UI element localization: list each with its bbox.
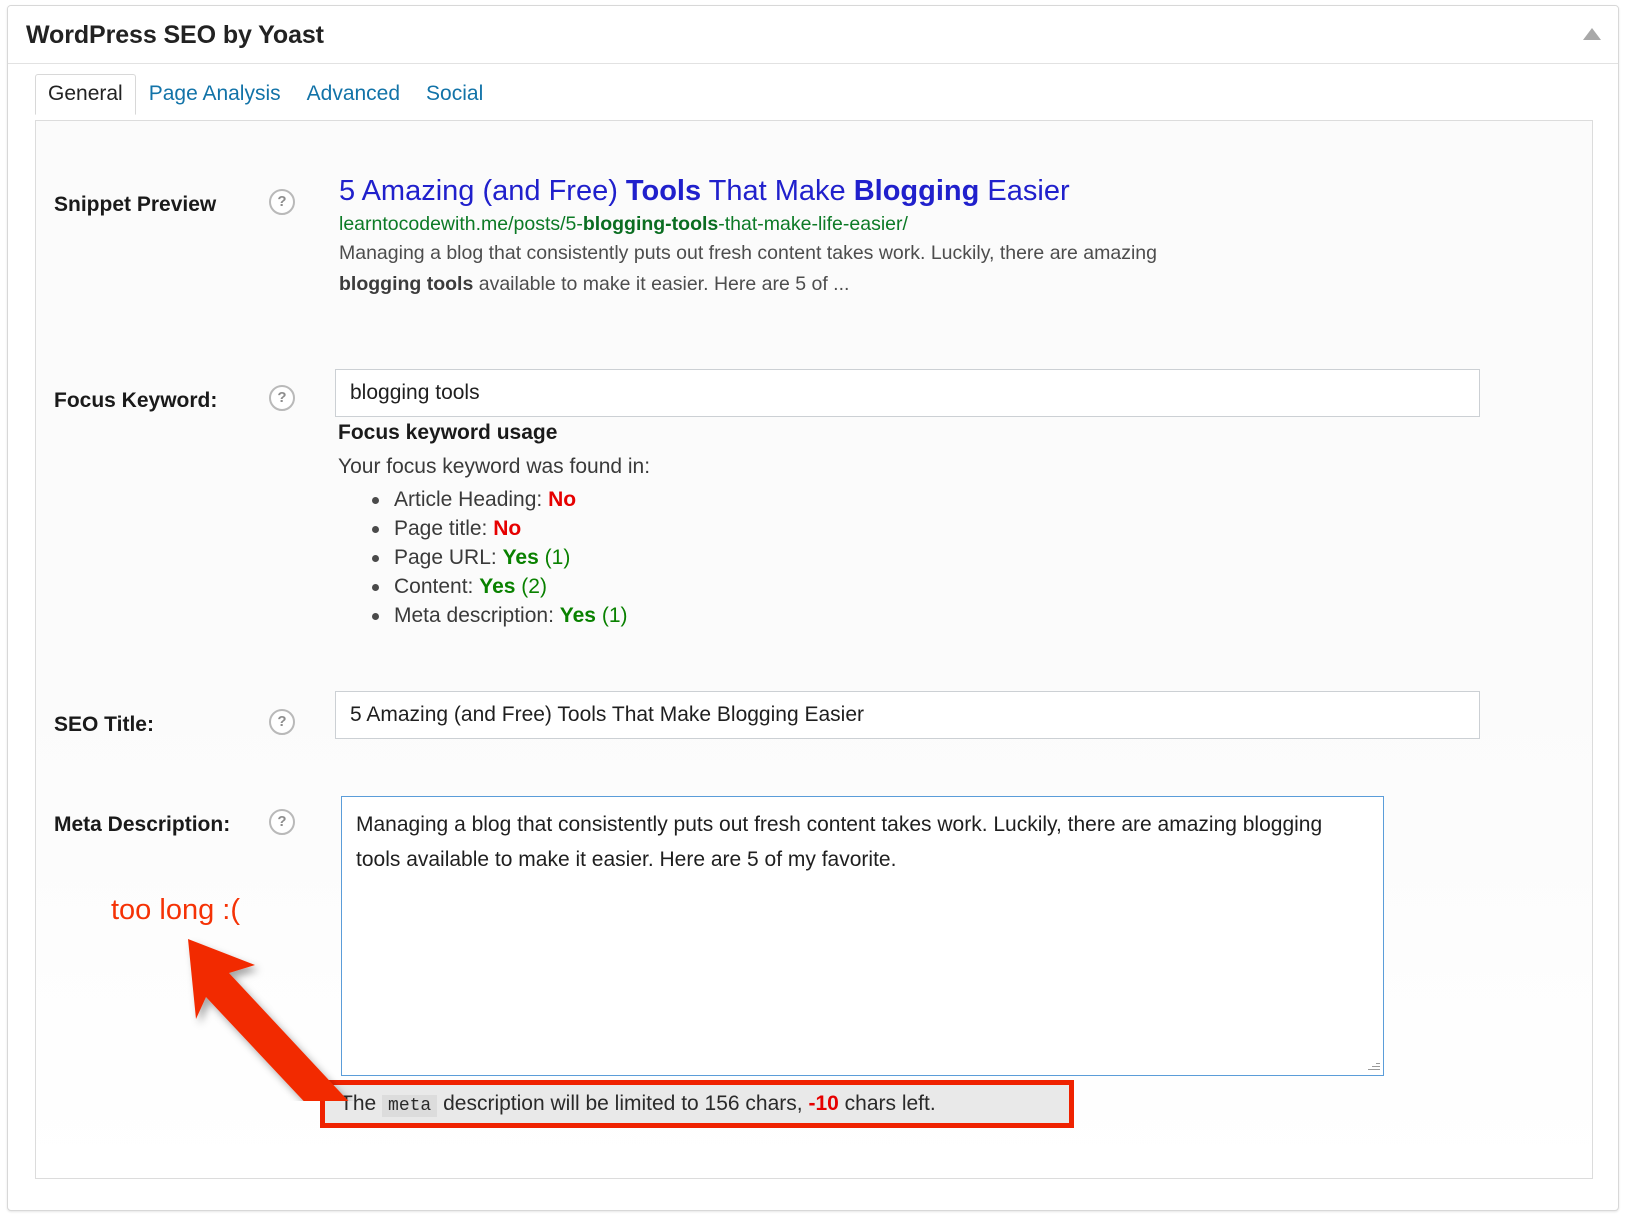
metabox-header: WordPress SEO by Yoast	[8, 6, 1618, 64]
meta-description-counter: The meta description will be limited to …	[320, 1080, 1074, 1128]
snippet-preview-label: Snippet Preview	[54, 193, 216, 217]
snippet-desc-part-3: available to make it easier. Here are 5 …	[473, 273, 849, 295]
counter-code-meta: meta	[382, 1095, 437, 1117]
snippet-desc-part-2: blogging tools	[339, 273, 473, 295]
list-item: Article Heading: No	[372, 485, 1238, 514]
list-item: Page title: No	[372, 514, 1238, 543]
snippet-desc-part-1: Managing a blog that consistently puts o…	[339, 242, 1157, 264]
question-mark-icon-snippet[interactable]: ?	[269, 189, 295, 215]
seo-title-input[interactable]	[335, 691, 1480, 739]
list-item: Content: Yes (2)	[372, 572, 1238, 601]
usage-item-value: No	[548, 488, 576, 511]
usage-item-label: Meta description:	[394, 604, 554, 627]
counter-suffix: chars left.	[845, 1092, 936, 1115]
snippet-title-part-3: That Make	[701, 175, 854, 207]
usage-item-label: Article Heading:	[394, 488, 542, 511]
snippet-url-part-1: learntocodewith.me/posts/5-	[339, 213, 583, 235]
snippet-title-part-5: Easier	[979, 175, 1069, 207]
counter-middle: description will be limited to 156 chars…	[443, 1092, 803, 1115]
focus-keyword-usage-subheading: Your focus keyword was found in:	[338, 455, 1238, 479]
tab-general[interactable]: General	[35, 74, 136, 115]
snippet-preview: 5 Amazing (and Free) Tools That Make Blo…	[339, 173, 1469, 300]
question-mark-icon-meta-description[interactable]: ?	[269, 809, 295, 835]
counter-remaining: -10	[808, 1092, 838, 1115]
usage-item-label: Page URL:	[394, 546, 497, 569]
focus-keyword-usage-list: Article Heading: No Page title: No Page …	[338, 485, 1238, 630]
snippet-title-part-1: 5 Amazing (and Free)	[339, 175, 626, 207]
focus-keyword-usage-heading: Focus keyword usage	[338, 421, 1238, 445]
usage-item-value: Yes	[560, 604, 596, 627]
snippet-url: learntocodewith.me/posts/5-blogging-tool…	[339, 211, 1469, 237]
usage-item-label: Page title:	[394, 517, 487, 540]
list-item: Page URL: Yes (1)	[372, 543, 1238, 572]
tab-bar: General Page Analysis Advanced Social	[8, 64, 1618, 110]
page-title: WordPress SEO by Yoast	[26, 21, 324, 50]
question-mark-icon-focus-keyword[interactable]: ?	[269, 385, 295, 411]
list-item: Meta description: Yes (1)	[372, 601, 1238, 630]
triangle-up-icon[interactable]	[1583, 28, 1601, 40]
annotation-label: too long :(	[111, 894, 240, 927]
usage-item-count: (2)	[521, 575, 547, 598]
snippet-url-part-2: blogging-tools	[583, 213, 718, 235]
usage-item-count: (1)	[602, 604, 628, 627]
focus-keyword-usage: Focus keyword usage Your focus keyword w…	[338, 421, 1238, 630]
usage-item-value: Yes	[479, 575, 515, 598]
focus-keyword-input[interactable]	[335, 369, 1480, 417]
meta-description-textarea[interactable]	[341, 796, 1384, 1076]
snippet-description: Managing a blog that consistently puts o…	[339, 238, 1209, 300]
snippet-title-part-2: Tools	[626, 175, 701, 207]
focus-keyword-label: Focus Keyword:	[54, 389, 217, 413]
snippet-title-part-4: Blogging	[854, 175, 980, 207]
question-mark-icon-seo-title[interactable]: ?	[269, 709, 295, 735]
tab-advanced[interactable]: Advanced	[294, 74, 413, 114]
snippet-url-part-3: -that-make-life-easier/	[718, 213, 908, 235]
snippet-title[interactable]: 5 Amazing (and Free) Tools That Make Blo…	[339, 173, 1469, 209]
usage-item-value: No	[493, 517, 521, 540]
meta-description-label: Meta Description:	[54, 813, 230, 837]
seo-title-label: SEO Title:	[54, 713, 154, 737]
tab-page-analysis[interactable]: Page Analysis	[136, 74, 294, 114]
usage-item-value: Yes	[503, 546, 539, 569]
tab-social[interactable]: Social	[413, 74, 496, 114]
usage-item-label: Content:	[394, 575, 473, 598]
counter-text: The meta description will be limited to …	[340, 1092, 936, 1116]
counter-prefix: The	[340, 1092, 376, 1115]
yoast-seo-metabox: WordPress SEO by Yoast General Page Anal…	[7, 5, 1619, 1211]
usage-item-count: (1)	[545, 546, 571, 569]
